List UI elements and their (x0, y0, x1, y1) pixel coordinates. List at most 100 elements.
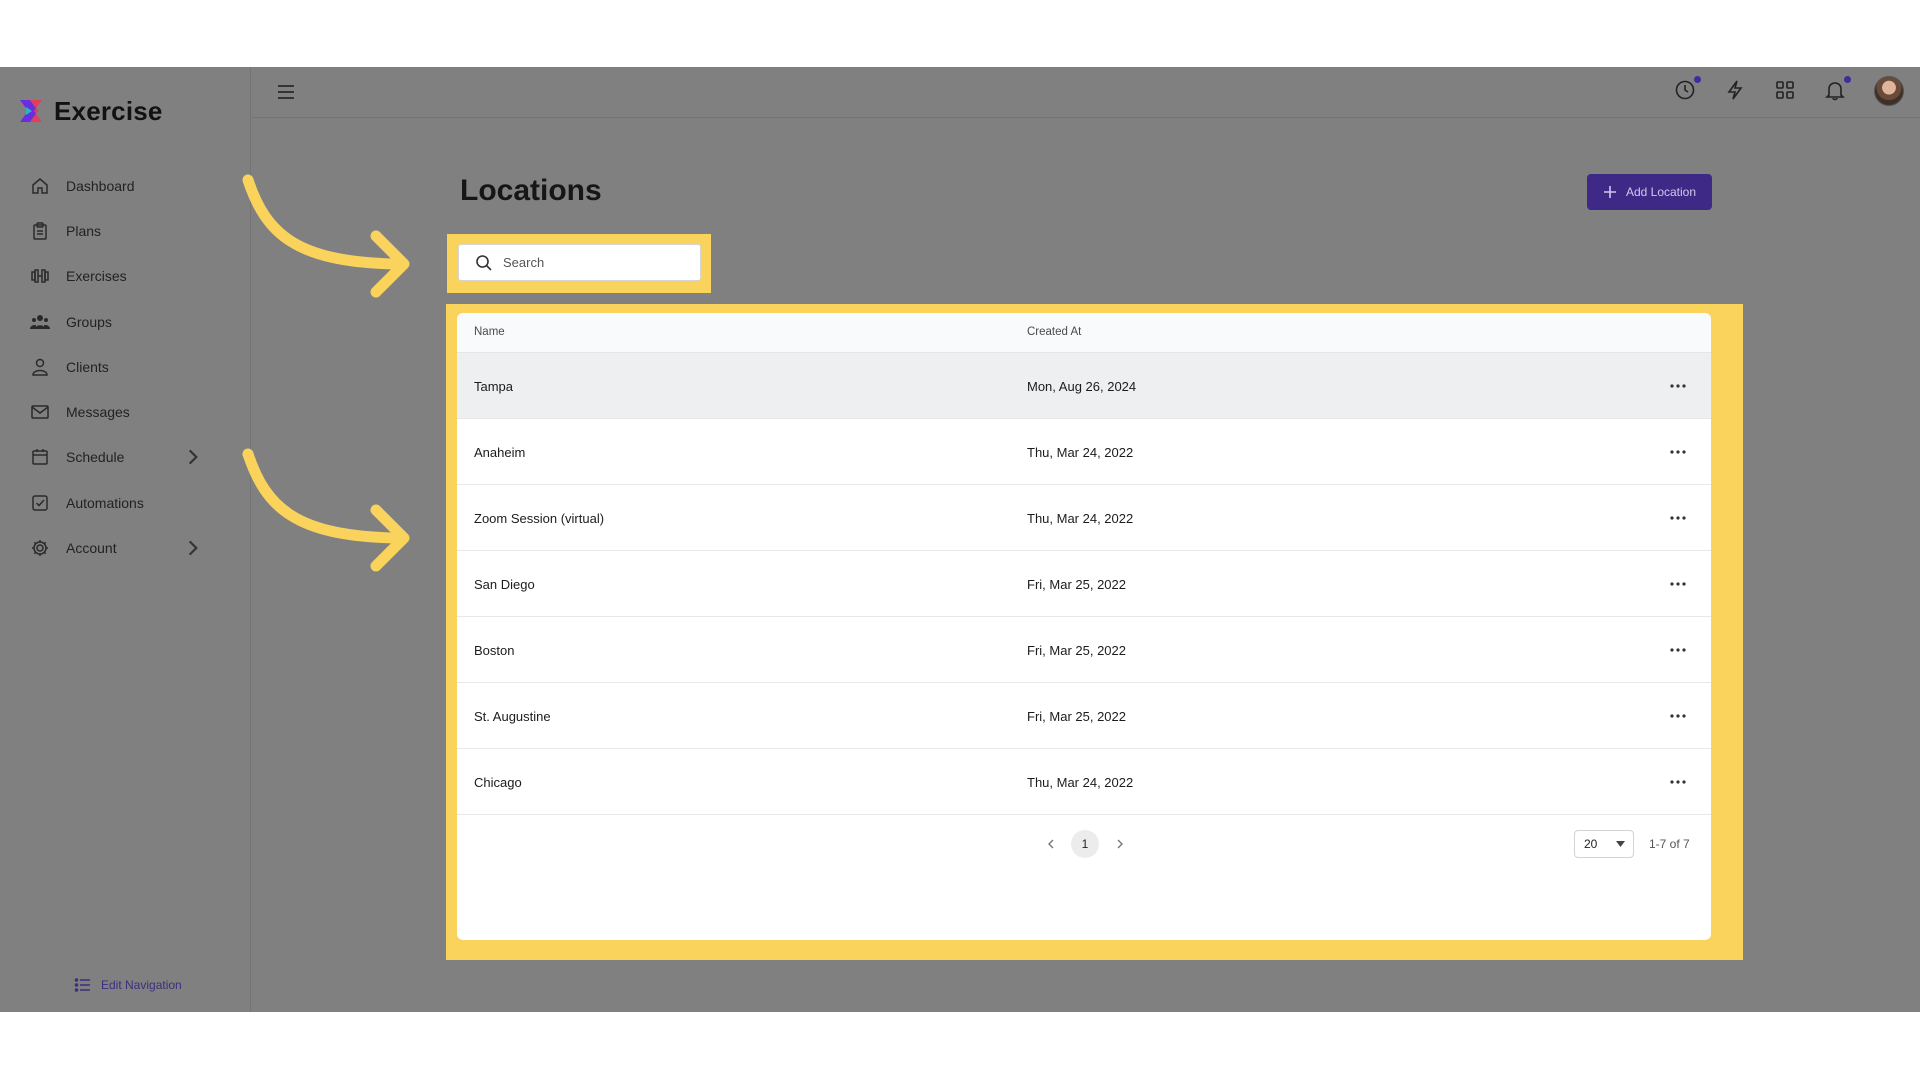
column-header-name[interactable]: Name (474, 326, 505, 338)
per-page-select[interactable]: 20 (1574, 830, 1634, 858)
sidebar-item-label: Exercises (66, 268, 127, 285)
notification-dot (1844, 76, 1851, 83)
users-icon (30, 314, 50, 329)
sidebar-item-exercises[interactable]: Exercises (0, 254, 251, 299)
brand[interactable]: Exercise (18, 95, 163, 127)
add-location-button[interactable]: Add Location (1587, 174, 1712, 210)
edit-navigation-button[interactable]: Edit Navigation (74, 976, 182, 994)
topbar (252, 67, 1920, 118)
row-actions-button[interactable] (1667, 375, 1689, 397)
chevron-right-icon (188, 449, 198, 465)
sidebar-item-label: Plans (66, 222, 102, 239)
sidebar: Exercise Dashboard Plans Exercises Group… (0, 67, 251, 1012)
sidebar-nav: Dashboard Plans Exercises Groups Clients… (0, 163, 251, 571)
locations-table: Name Created At Tampa Mon, Aug 26, 2024 … (457, 313, 1711, 940)
row-actions-button[interactable] (1667, 441, 1689, 463)
more-horizontal-icon (1670, 648, 1686, 652)
sidebar-item-label: Account (66, 540, 117, 557)
hamburger-menu-icon[interactable] (276, 82, 296, 102)
annotation-arrow-icon (242, 174, 410, 298)
history-button[interactable] (1674, 76, 1701, 103)
location-name: Tampa (474, 379, 514, 394)
annotation-arrow-icon (242, 448, 410, 572)
more-horizontal-icon (1670, 384, 1686, 388)
sidebar-item-automations[interactable]: Automations (0, 480, 251, 525)
table-row[interactable]: Zoom Session (virtual) Thu, Mar 24, 2022 (457, 485, 1711, 551)
notifications-button[interactable] (1824, 76, 1851, 103)
more-horizontal-icon (1670, 450, 1686, 454)
chevron-right-icon (188, 540, 198, 556)
dumbbell-icon (31, 269, 49, 283)
home-icon (32, 177, 48, 194)
location-name: St. Augustine (474, 709, 551, 724)
apps-button[interactable] (1774, 79, 1798, 103)
sidebar-item-messages[interactable]: Messages (0, 389, 251, 434)
calendar-icon (32, 449, 48, 466)
table-row[interactable]: San Diego Fri, Mar 25, 2022 (457, 551, 1711, 617)
column-header-created-at[interactable]: Created At (1027, 326, 1081, 338)
table-row[interactable]: Tampa Mon, Aug 26, 2024 (457, 353, 1711, 419)
sidebar-item-clients[interactable]: Clients (0, 344, 251, 389)
clock-icon (1675, 80, 1695, 100)
search-box[interactable] (458, 244, 701, 281)
chevron-left-icon[interactable] (1044, 837, 1058, 851)
location-created-at: Thu, Mar 24, 2022 (1027, 775, 1134, 790)
location-name: Zoom Session (virtual) (474, 511, 605, 526)
exercise-logo-icon (20, 100, 42, 122)
table-row[interactable]: Anaheim Thu, Mar 24, 2022 (457, 419, 1711, 485)
page-button-current[interactable]: 1 (1071, 830, 1099, 858)
user-icon (32, 358, 48, 376)
location-name: San Diego (474, 577, 535, 592)
location-created-at: Thu, Mar 24, 2022 (1027, 445, 1134, 460)
sidebar-item-account[interactable]: Account (0, 525, 251, 570)
page-title: Locations (460, 174, 602, 207)
table-row[interactable]: St. Augustine Fri, Mar 25, 2022 (457, 683, 1711, 749)
clipboard-icon (33, 222, 47, 240)
row-actions-button[interactable] (1667, 639, 1689, 661)
edit-navigation-label: Edit Navigation (101, 978, 182, 992)
table-row[interactable]: Boston Fri, Mar 25, 2022 (457, 617, 1711, 683)
table-row[interactable]: Chicago Thu, Mar 24, 2022 (457, 749, 1711, 815)
location-created-at: Fri, Mar 25, 2022 (1027, 709, 1126, 724)
brand-name: Exercise (54, 95, 163, 126)
caret-down-icon (1616, 841, 1625, 847)
location-name: Boston (474, 643, 515, 658)
location-created-at: Fri, Mar 25, 2022 (1027, 577, 1126, 592)
sidebar-item-dashboard[interactable]: Dashboard (0, 163, 251, 208)
sidebar-item-groups[interactable]: Groups (0, 299, 251, 344)
avatar[interactable] (1874, 76, 1904, 106)
chevron-right-icon[interactable] (1113, 837, 1127, 851)
location-created-at: Mon, Aug 26, 2024 (1027, 379, 1137, 394)
location-created-at: Thu, Mar 24, 2022 (1027, 511, 1134, 526)
location-created-at: Fri, Mar 25, 2022 (1027, 643, 1126, 658)
location-name: Chicago (474, 775, 522, 790)
sidebar-item-plans[interactable]: Plans (0, 208, 251, 253)
app-frame: Exercise Dashboard Plans Exercises Group… (0, 67, 1920, 1012)
list-icon (74, 978, 90, 992)
search-input[interactable] (503, 255, 683, 270)
row-actions-button[interactable] (1667, 507, 1689, 529)
location-name: Anaheim (474, 445, 526, 460)
sidebar-item-label: Automations (66, 494, 144, 511)
bell-icon (1825, 82, 1845, 101)
row-actions-button[interactable] (1667, 573, 1689, 595)
results-count: 1-7 of 7 (1649, 837, 1690, 851)
sidebar-item-label: Messages (66, 404, 130, 421)
more-horizontal-icon (1670, 516, 1686, 520)
gear-icon (32, 540, 48, 557)
checkbox-icon (32, 494, 48, 511)
more-horizontal-icon (1670, 582, 1686, 586)
sidebar-item-label: Groups (66, 313, 112, 330)
row-actions-button[interactable] (1667, 705, 1689, 727)
sidebar-item-label: Clients (66, 358, 109, 375)
plus-icon (1603, 186, 1616, 198)
topbar-actions (1674, 76, 1904, 106)
per-page-value: 20 (1584, 837, 1598, 851)
sidebar-item-schedule[interactable]: Schedule (0, 435, 251, 480)
table-header: Name Created At (457, 313, 1711, 353)
quick-actions-button[interactable] (1724, 79, 1748, 103)
pagination: 1 20 1-7 of 7 (457, 815, 1711, 875)
row-actions-button[interactable] (1667, 771, 1689, 793)
apps-grid-icon (1776, 81, 1794, 99)
sidebar-item-label: Schedule (66, 449, 125, 466)
